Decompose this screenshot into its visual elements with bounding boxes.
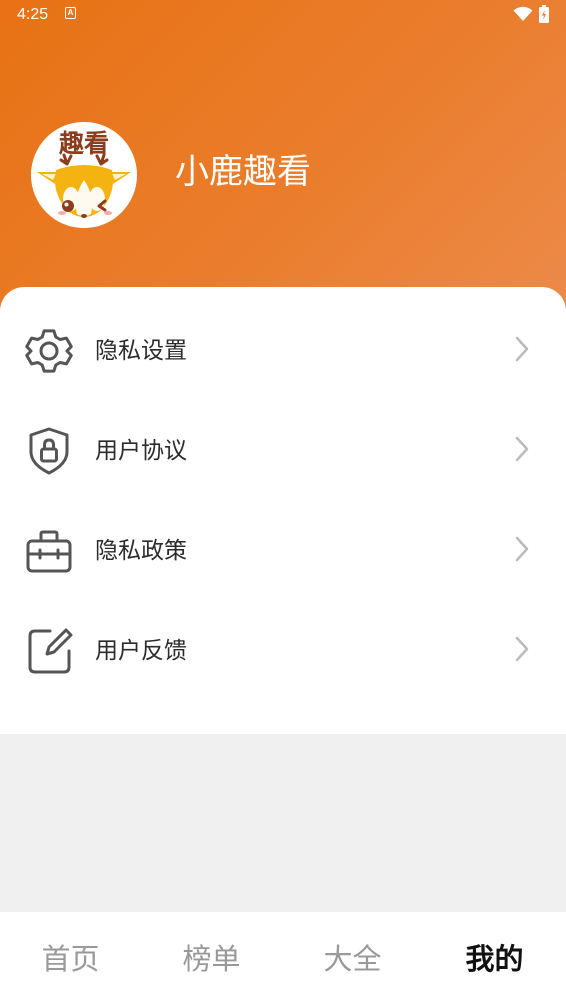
tab-catalog[interactable]: 大全: [282, 939, 423, 979]
battery-icon: [539, 5, 549, 23]
svg-text:趣看: 趣看: [58, 129, 109, 158]
status-time: 4:25: [17, 6, 49, 23]
status-bar: 4:25 A: [0, 0, 566, 30]
menu-item-label: 用户反馈: [95, 638, 187, 664]
notification-badge: A: [65, 7, 76, 19]
tab-mine[interactable]: 我的: [424, 939, 565, 979]
settings-menu: 隐私设置 用户协议 隐私政策 用户反馈: [0, 287, 566, 734]
menu-item-label: 用户协议: [95, 438, 187, 464]
menu-item-user-agreement[interactable]: 用户协议: [0, 399, 566, 499]
wifi-icon: [513, 6, 533, 21]
menu-item-label: 隐私政策: [95, 538, 187, 564]
deer-logo-icon: 趣看: [31, 122, 137, 228]
edit-icon: [28, 628, 73, 674]
tab-home[interactable]: 首页: [0, 939, 141, 979]
shield-lock-icon: [29, 427, 69, 475]
tab-rankings[interactable]: 榜单: [141, 939, 282, 979]
gear-icon: [25, 329, 73, 373]
menu-item-user-feedback[interactable]: 用户反馈: [0, 599, 566, 699]
app-name: 小鹿趣看: [175, 152, 311, 192]
chevron-right-icon: [515, 436, 529, 462]
chevron-right-icon: [515, 336, 529, 362]
menu-item-privacy-settings[interactable]: 隐私设置: [0, 299, 566, 399]
bottom-tab-bar: 首页 榜单 大全 我的: [0, 912, 566, 1006]
chevron-right-icon: [515, 536, 529, 562]
briefcase-icon: [26, 530, 72, 573]
chevron-right-icon: [515, 636, 529, 662]
profile-header: 4:25 A 趣看 小鹿趣看: [0, 0, 566, 320]
menu-item-privacy-policy[interactable]: 隐私政策: [0, 499, 566, 599]
app-logo-avatar[interactable]: 趣看: [31, 122, 137, 228]
menu-item-label: 隐私设置: [95, 338, 187, 364]
